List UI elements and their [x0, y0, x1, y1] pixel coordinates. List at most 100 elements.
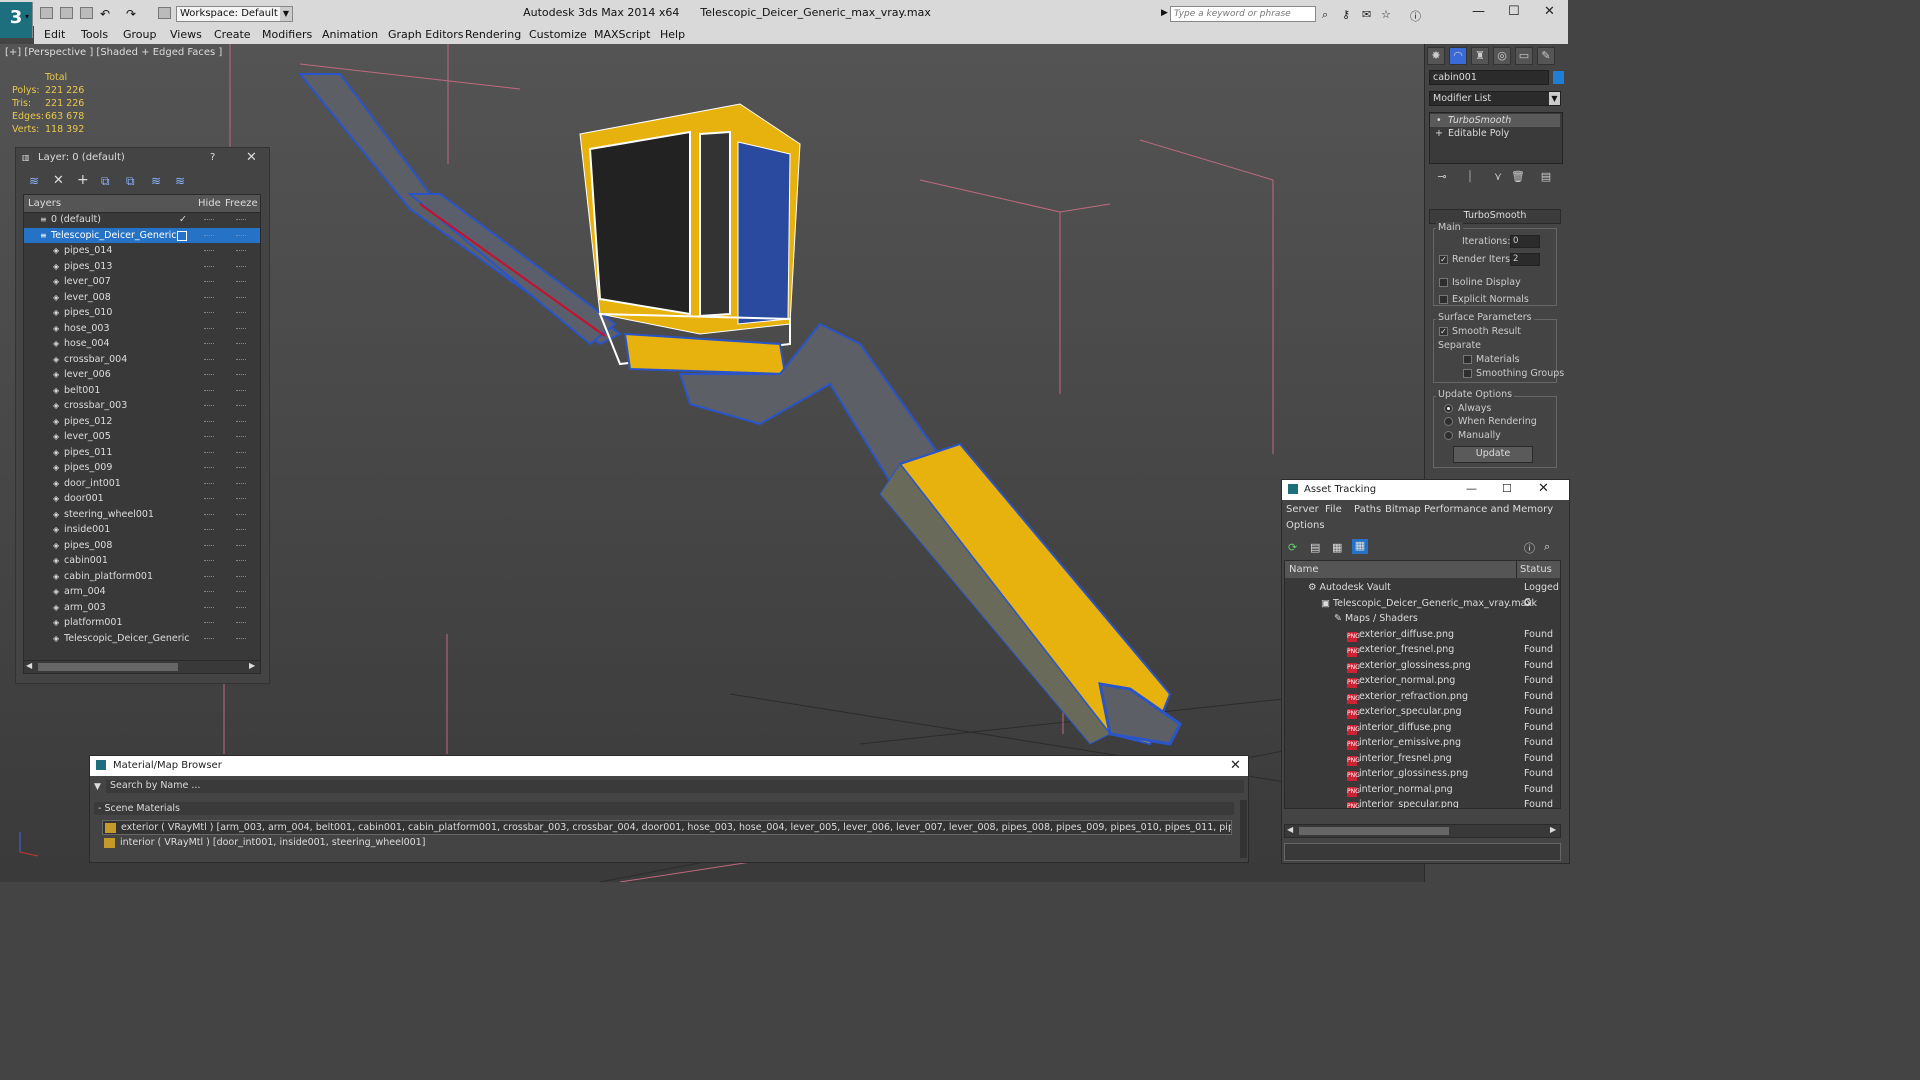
- layer-row[interactable]: ◈ crossbar_004: [24, 352, 260, 367]
- hide-toggle[interactable]: [204, 575, 214, 578]
- hide-toggle[interactable]: [204, 296, 214, 299]
- key-icon[interactable]: ⚷: [1342, 8, 1350, 21]
- scroll-right-icon[interactable]: ▶: [1550, 825, 1556, 834]
- highlight-layer-icon[interactable]: ⧉: [126, 174, 135, 189]
- object-name-field[interactable]: cabin001: [1429, 70, 1549, 85]
- favorites-star-icon[interactable]: ☆: [1381, 8, 1391, 21]
- asset-row[interactable]: PNGinterior_diffuse.png Found: [1287, 720, 1560, 736]
- scroll-left-icon[interactable]: ◀: [26, 661, 32, 670]
- scroll-right-icon[interactable]: ▶: [249, 661, 255, 670]
- layer-row[interactable]: ◈ pipes_008: [24, 538, 260, 553]
- delete-layer-icon[interactable]: ✕: [53, 173, 64, 188]
- menu-graph-editors[interactable]: Graph Editors: [388, 28, 464, 41]
- pin-stack-icon[interactable]: ⊸: [1435, 170, 1449, 184]
- layer-row[interactable]: ◈ cabin001: [24, 553, 260, 568]
- freeze-toggle[interactable]: [236, 358, 246, 361]
- freeze-toggle[interactable]: [236, 575, 246, 578]
- motion-tab-icon[interactable]: ◎: [1493, 47, 1511, 65]
- scene-materials-header[interactable]: - Scene Materials: [94, 802, 1234, 815]
- isoline-display-checkbox[interactable]: [1439, 278, 1448, 287]
- asset-hscrollbar[interactable]: ◀ ▶: [1284, 824, 1561, 838]
- help-icon[interactable]: ⓘ: [1410, 8, 1421, 24]
- hide-toggle[interactable]: [204, 513, 214, 516]
- expand-arrow-icon[interactable]: ▶: [1161, 8, 1168, 18]
- freeze-toggle[interactable]: [236, 405, 246, 407]
- hide-all-icon[interactable]: ≋: [151, 174, 161, 188]
- hide-toggle[interactable]: [204, 622, 214, 624]
- layer-row[interactable]: ◈ pipes_011: [24, 445, 260, 460]
- freeze-toggle[interactable]: [236, 374, 246, 376]
- hide-toggle[interactable]: [204, 498, 214, 500]
- layer-row[interactable]: ◈ lever_007: [24, 274, 260, 289]
- hide-toggle[interactable]: [204, 374, 214, 376]
- hide-toggle[interactable]: [204, 591, 214, 593]
- layer-row[interactable]: ◈ inside001: [24, 522, 260, 537]
- layer-row[interactable]: ≡ 0 (default) ✓: [24, 212, 260, 227]
- freeze-toggle[interactable]: [236, 591, 246, 593]
- layer-row[interactable]: ◈ arm_003: [24, 600, 260, 615]
- layer-row[interactable]: ◈ Telescopic_Deicer_Generic: [24, 631, 260, 646]
- help-search-icon[interactable]: ⌕: [1544, 540, 1550, 554]
- scroll-left-icon[interactable]: ◀: [1287, 825, 1293, 834]
- freeze-toggle[interactable]: [236, 529, 246, 531]
- col-status[interactable]: Status: [1520, 564, 1552, 575]
- hide-toggle[interactable]: [204, 436, 214, 438]
- layer-row[interactable]: ◈ hose_004: [24, 336, 260, 351]
- hide-toggle[interactable]: [204, 234, 214, 237]
- asset-row[interactable]: PNGexterior_fresnel.png Found: [1287, 642, 1560, 659]
- freeze-toggle[interactable]: [236, 560, 246, 562]
- asset-row[interactable]: PNGexterior_refraction.png Found: [1287, 689, 1560, 705]
- lightbulb-icon[interactable]: •: [1436, 114, 1442, 127]
- freeze-toggle[interactable]: [236, 265, 246, 268]
- binoculars-icon[interactable]: ⌕: [1322, 8, 1328, 22]
- maximize-icon[interactable]: ☐: [1508, 4, 1520, 19]
- always-radio[interactable]: [1444, 404, 1453, 413]
- help-icon[interactable]: ⓘ: [1524, 540, 1535, 556]
- col-hide[interactable]: Hide: [198, 198, 221, 209]
- freeze-toggle[interactable]: [236, 281, 246, 283]
- hide-toggle[interactable]: [204, 467, 214, 469]
- communication-icon[interactable]: ✉: [1362, 8, 1371, 21]
- hide-toggle[interactable]: [204, 312, 214, 314]
- utilities-tab-icon[interactable]: ✎: [1537, 47, 1555, 65]
- layer-row[interactable]: ◈ pipes_012: [24, 414, 260, 429]
- hide-toggle[interactable]: [204, 281, 214, 283]
- menu-rendering[interactable]: Rendering: [465, 28, 521, 41]
- layer-row[interactable]: ◈ lever_008: [24, 290, 260, 305]
- make-unique-icon[interactable]: ⋎: [1491, 170, 1505, 184]
- smoothing-groups-checkbox[interactable]: [1463, 369, 1472, 378]
- freeze-toggle[interactable]: [236, 296, 246, 299]
- layer-row[interactable]: ◈ platform001: [24, 615, 260, 630]
- display-tab-icon[interactable]: ▭: [1515, 47, 1533, 65]
- render-iters-checkbox[interactable]: ✓: [1439, 255, 1448, 264]
- help-icon[interactable]: ?: [210, 152, 215, 163]
- freeze-toggle[interactable]: [236, 451, 246, 454]
- modify-tab-icon[interactable]: ◠: [1449, 47, 1467, 65]
- asset-row[interactable]: ✎ Maps / Shaders: [1287, 611, 1560, 628]
- menu-animation[interactable]: Animation: [322, 28, 378, 41]
- hide-toggle[interactable]: [204, 358, 214, 361]
- viewport-label[interactable]: [+] [Perspective ] [Shaded + Edged Faces…: [5, 47, 222, 58]
- layer-row[interactable]: ◈ lever_005: [24, 429, 260, 444]
- asset-row[interactable]: PNGexterior_diffuse.png Found: [1287, 627, 1560, 643]
- layer-manager-titlebar[interactable]: ▥ Layer: 0 (default) ? ✕: [16, 148, 269, 168]
- asset-scroll-thumb[interactable]: [1299, 827, 1449, 835]
- iterations-spinner[interactable]: 0: [1510, 235, 1540, 248]
- layer-row[interactable]: ◈ steering_wheel001: [24, 507, 260, 522]
- menu-create[interactable]: Create: [214, 28, 251, 41]
- layer-row[interactable]: ◈ pipes_014: [24, 243, 260, 258]
- layer-row[interactable]: ◈ pipes_009: [24, 460, 260, 475]
- when-rendering-radio[interactable]: [1444, 417, 1453, 426]
- maximize-icon[interactable]: ☐: [1502, 482, 1512, 495]
- freeze-toggle[interactable]: [236, 250, 246, 252]
- menu-maxscript[interactable]: MAXScript: [594, 28, 650, 41]
- table-view-icon[interactable]: ▦: [1332, 541, 1342, 554]
- smooth-result-checkbox[interactable]: ✓: [1439, 327, 1448, 336]
- layer-row[interactable]: ◈ belt001: [24, 383, 260, 398]
- close-icon[interactable]: ✕: [1544, 4, 1555, 19]
- create-tab-icon[interactable]: ✸: [1427, 47, 1445, 65]
- material-search-input[interactable]: Search by Name ...: [106, 780, 1244, 793]
- stack-item-turbosmooth[interactable]: • TurboSmooth: [1430, 114, 1560, 127]
- layer-row-selected[interactable]: ≡ Telescopic_Deicer_Generic: [24, 227, 260, 243]
- configure-sets-icon[interactable]: ▤: [1539, 170, 1553, 184]
